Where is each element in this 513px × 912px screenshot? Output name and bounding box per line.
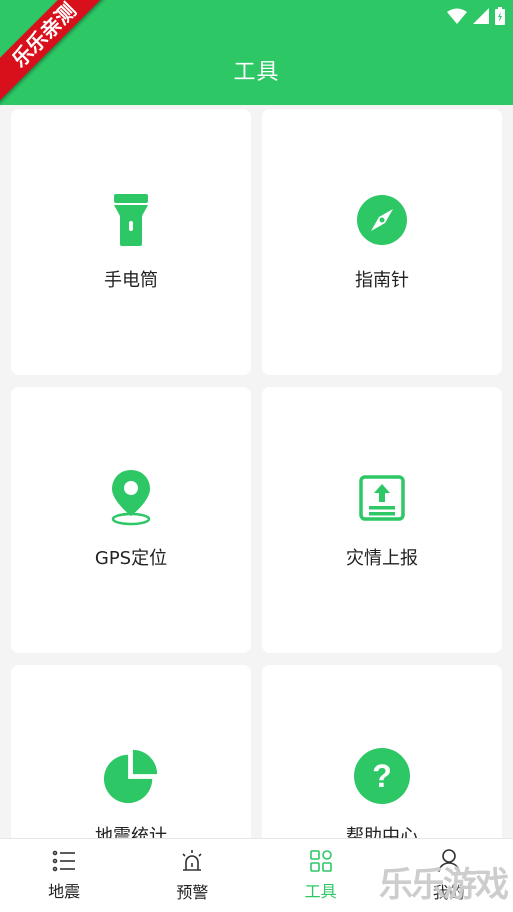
tab-label-warning: 预警	[176, 882, 209, 902]
list-icon	[52, 850, 76, 871]
tool-label-flashlight: 手电筒	[104, 270, 158, 291]
tool-label-stats: 地震统计	[95, 826, 167, 838]
signal-icon	[473, 8, 489, 24]
compass-icon	[357, 195, 407, 245]
tool-label-report: 灾情上报	[346, 548, 418, 569]
flashlight-card[interactable]: 手电筒	[11, 109, 251, 375]
status-icons	[447, 7, 505, 25]
app-header: 工具	[0, 34, 513, 105]
site-watermark: 乐乐游戏	[379, 865, 509, 905]
tools-grid: 手电筒 指南针 GPS定位 灾情上报 地震统计 ? 帮助中心	[0, 105, 513, 838]
tab-earthquake[interactable]: 地震	[0, 839, 128, 912]
tool-label-gps: GPS定位	[94, 548, 168, 569]
wifi-icon	[447, 8, 467, 24]
help-center-card[interactable]: ? 帮助中心	[262, 665, 502, 838]
upload-report-icon	[359, 475, 405, 521]
tab-tools[interactable]: 工具	[257, 839, 385, 912]
tool-label-compass: 指南针	[355, 270, 409, 291]
disaster-report-card[interactable]: 灾情上报	[262, 387, 502, 653]
tab-label-tools: 工具	[304, 881, 337, 901]
flashlight-icon	[114, 194, 148, 246]
page-title: 工具	[233, 59, 280, 85]
tool-label-help: 帮助中心	[346, 826, 418, 838]
location-pin-icon	[111, 470, 151, 526]
pie-chart-icon	[103, 749, 158, 804]
battery-icon	[495, 7, 505, 25]
quake-stats-card[interactable]: 地震统计	[11, 665, 251, 838]
gps-card[interactable]: GPS定位	[11, 387, 251, 653]
compass-card[interactable]: 指南针	[262, 109, 502, 375]
tab-label-earthquake: 地震	[48, 881, 81, 901]
alarm-icon	[182, 849, 202, 871]
tools-grid-icon	[309, 849, 332, 872]
help-icon: ?	[354, 748, 410, 804]
tab-warning[interactable]: 预警	[128, 839, 256, 912]
svg-text:?: ?	[372, 758, 392, 794]
